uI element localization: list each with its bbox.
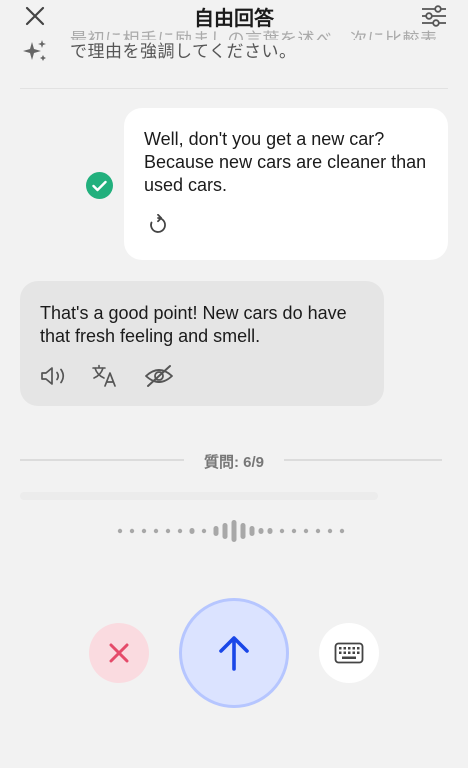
ai-message-actions (40, 363, 196, 389)
arrow-up-icon (219, 636, 249, 671)
question-counter: 質問: 6/9 (203, 454, 264, 471)
keyboard-button[interactable] (319, 623, 379, 683)
send-button[interactable] (179, 598, 289, 708)
speaker-icon (41, 367, 65, 385)
retry-icon (150, 213, 166, 233)
audio-waveform (117, 520, 345, 542)
divider (20, 88, 448, 89)
user-message-text: Well, don't you get a new car? Because n… (144, 129, 427, 195)
retry-button[interactable] (148, 213, 168, 241)
check-badge (86, 172, 113, 199)
hint-text-line1: 最初に相手に励ましの言葉を述べ、次に比較表 (70, 30, 438, 40)
question-progress: 質問: 6/9 (20, 450, 448, 471)
hint-text-line2: で理由を強調してください。 (70, 42, 297, 61)
translate-button[interactable] (92, 363, 144, 389)
x-icon (109, 643, 129, 663)
cancel-recording-button[interactable] (89, 623, 149, 683)
ai-message-text: That's a good point! New cars do have th… (40, 303, 347, 346)
eye-off-icon (145, 365, 173, 387)
placeholder-line (20, 492, 378, 500)
hint-panel: 最初に相手に励ましの言葉を述べ、次に比較表 で理由を強調してください。 (20, 18, 450, 88)
hide-text-button[interactable] (144, 363, 196, 389)
ai-message-bubble: That's a good point! New cars do have th… (20, 281, 384, 406)
keyboard-icon (334, 642, 364, 664)
sparkles-icon (23, 40, 46, 61)
progress-line-right (284, 459, 442, 461)
user-message-bubble: Well, don't you get a new car? Because n… (124, 108, 448, 260)
speaker-button[interactable] (40, 363, 92, 389)
check-icon (92, 180, 107, 191)
translate-icon (92, 364, 116, 387)
